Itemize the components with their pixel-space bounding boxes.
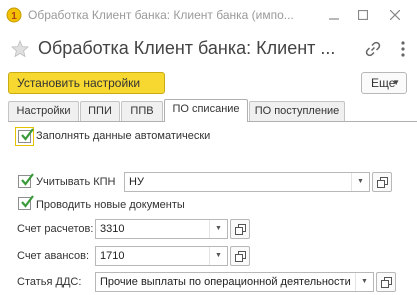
advance-account-label: Счет авансов:: [17, 250, 90, 262]
chevron-down-icon[interactable]: ▼: [351, 173, 369, 191]
advance-account-open-button[interactable]: [230, 246, 250, 266]
tab-ppv[interactable]: ППВ: [121, 101, 163, 121]
fill-auto-label: Заполнять данные автоматически: [36, 130, 211, 142]
chevron-down-icon[interactable]: ▼: [209, 220, 227, 238]
kpn-open-button[interactable]: [372, 172, 392, 192]
settlement-account-select[interactable]: 3310 ▼: [95, 219, 228, 239]
minimize-icon[interactable]: [323, 5, 345, 25]
star-icon[interactable]: [11, 40, 29, 58]
check-icon: [21, 128, 34, 141]
advance-account-value: 1710: [100, 250, 125, 262]
advance-account-select[interactable]: 1710 ▼: [95, 246, 228, 266]
kpn-checkbox[interactable]: [18, 173, 34, 188]
chevron-down-icon[interactable]: ▼: [209, 247, 227, 265]
post-new-checkbox[interactable]: [18, 195, 34, 210]
more-menu-button[interactable]: Еще ▼: [361, 72, 407, 94]
fill-auto-checkbox[interactable]: [18, 128, 34, 143]
open-form-icon: [377, 177, 388, 188]
check-icon: [21, 195, 34, 208]
chevron-down-icon: ▼: [392, 78, 400, 87]
cash-flow-item-select[interactable]: Прочие выплаты по операционной деятельно…: [95, 272, 374, 292]
settlement-account-label: Счет расчетов:: [17, 223, 94, 235]
tab-po-write-off[interactable]: ПО списание: [164, 99, 248, 122]
app-icon: 1: [6, 7, 22, 23]
more-vertical-icon[interactable]: [400, 40, 406, 58]
settlement-account-open-button[interactable]: [230, 219, 250, 239]
tab-settings[interactable]: Настройки: [8, 101, 79, 121]
cash-flow-item-label: Статья ДДС:: [17, 276, 82, 288]
form-title: Обработка Клиент банка: Клиент ...: [38, 38, 336, 58]
kpn-label: Учитывать КПН: [36, 176, 116, 188]
link-icon[interactable]: [364, 40, 382, 58]
apply-settings-button[interactable]: Установить настройки: [8, 72, 165, 94]
kpn-select[interactable]: НУ ▼: [124, 172, 370, 192]
kpn-value: НУ: [129, 176, 144, 188]
chevron-down-icon[interactable]: ▼: [355, 273, 373, 291]
tab-po-receipt[interactable]: ПО поступление: [249, 101, 345, 121]
tab-ppi[interactable]: ППИ: [80, 101, 120, 121]
cash-flow-item-value: Прочие выплаты по операционной деятельно…: [100, 276, 351, 288]
open-form-icon: [235, 251, 246, 262]
post-new-label: Проводить новые документы: [36, 199, 185, 211]
svg-text:1: 1: [11, 11, 17, 22]
close-icon[interactable]: [384, 5, 406, 25]
settlement-account-value: 3310: [100, 223, 125, 235]
open-form-icon: [381, 277, 392, 288]
window-titlebar: 1 Обработка Клиент банка: Клиент банка (…: [0, 0, 417, 30]
maximize-icon[interactable]: [352, 5, 374, 25]
window-title: Обработка Клиент банка: Клиент банка (им…: [28, 8, 294, 22]
open-form-icon: [235, 224, 246, 235]
check-icon: [21, 173, 34, 186]
form-header: Обработка Клиент банка: Клиент ...: [0, 32, 417, 66]
cash-flow-item-open-button[interactable]: [376, 272, 396, 292]
